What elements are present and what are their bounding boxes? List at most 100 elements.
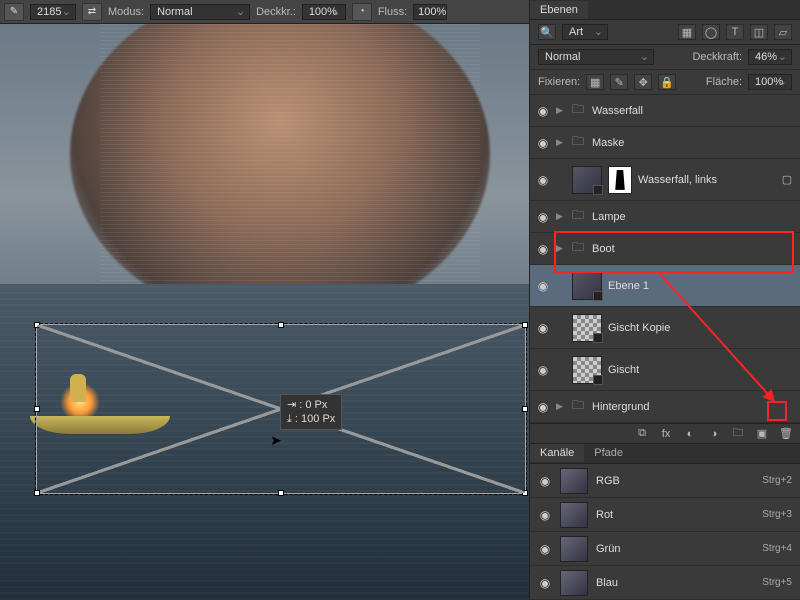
blend-mode-dropdown[interactable]: Normal — [150, 4, 250, 20]
transform-tooltip: ⇥ : 0 Px ⤓ : 100 Px — [280, 394, 342, 430]
filter-smart-icon[interactable]: ▱ — [774, 24, 792, 40]
opacity-field[interactable]: 100% — [302, 4, 346, 20]
lock-fill-row: Fixieren: ▦ ✎ ✥ 🔒 Fläche: 100% — [530, 70, 800, 95]
layer-name: Wasserfall, links — [638, 174, 717, 186]
channel-name: Grün — [596, 543, 620, 555]
eye-icon[interactable]: ◉ — [536, 210, 550, 224]
fill-field[interactable]: 100% — [748, 74, 792, 90]
eye-icon[interactable]: ◉ — [536, 173, 550, 187]
channel-blau[interactable]: ◉ Blau Strg+5 — [530, 566, 800, 600]
cursor-icon: ➤ — [270, 432, 282, 449]
filter-kind-dropdown[interactable]: Art — [562, 24, 608, 40]
channel-shortcut: Strg+2 — [762, 475, 792, 486]
layer-group-hintergrund[interactable]: ◉ ▶ 🗀 Hintergrund — [530, 391, 800, 423]
airbrush-icon[interactable]: ◔ — [352, 3, 372, 21]
right-panels: Ebenen 🔍 Art ▦ ◯ T ◫ ▱ Normal Deckkraft:… — [529, 0, 800, 600]
channel-thumbnail — [560, 468, 588, 494]
channels-list: ◉ RGB Strg+2 ◉ Rot Strg+3 ◉ Grün Strg+4 … — [530, 464, 800, 600]
channel-thumbnail — [560, 536, 588, 562]
filter-shape-icon[interactable]: ◫ — [750, 24, 768, 40]
expand-icon[interactable]: ▶ — [556, 401, 566, 412]
layer-name: Wasserfall — [592, 105, 643, 117]
layer-blend-dropdown[interactable]: Normal — [538, 49, 654, 65]
eye-icon[interactable]: ◉ — [536, 279, 550, 293]
tab-layers[interactable]: Ebenen — [530, 1, 588, 19]
eye-icon[interactable]: ◉ — [536, 321, 550, 335]
layer-thumbnail[interactable] — [572, 166, 602, 194]
tab-channels[interactable]: Kanäle — [530, 444, 584, 462]
adjustment-icon[interactable]: ◑ — [706, 426, 722, 442]
layer-wasserfall-links[interactable]: ◉ Wasserfall, links ▢ — [530, 159, 800, 201]
layer-opacity-field[interactable]: 46% — [748, 49, 792, 65]
channel-rgb[interactable]: ◉ RGB Strg+2 — [530, 464, 800, 498]
eye-icon[interactable]: ◉ — [538, 474, 552, 488]
folder-icon: 🗀 — [572, 206, 586, 227]
expand-icon[interactable]: ▶ — [556, 105, 566, 116]
layer-group-boot[interactable]: ◉ ▶ 🗀 Boot — [530, 233, 800, 265]
expand-icon[interactable]: ▶ — [556, 243, 566, 254]
flow-label: Fluss: — [378, 6, 407, 18]
expand-icon[interactable]: ▶ — [556, 211, 566, 222]
brush-panel-icon[interactable]: ⇄ — [82, 3, 102, 21]
filter-adjust-icon[interactable]: ◯ — [702, 24, 720, 40]
channel-gruen[interactable]: ◉ Grün Strg+4 — [530, 532, 800, 566]
channel-thumbnail — [560, 570, 588, 596]
eye-icon[interactable]: ◉ — [536, 136, 550, 150]
lock-image-icon[interactable]: ✎ — [610, 74, 628, 90]
layer-thumbnail[interactable] — [572, 314, 602, 342]
layer-thumbnail[interactable] — [572, 356, 602, 384]
channels-tabbar: Kanäle Pfade — [530, 444, 800, 464]
lock-all-icon[interactable]: 🔒 — [658, 74, 676, 90]
blend-opacity-row: Normal Deckkraft: 46% — [530, 45, 800, 70]
channel-name: Rot — [596, 509, 613, 521]
tab-paths[interactable]: Pfade — [584, 444, 633, 462]
search-icon[interactable]: 🔍 — [538, 24, 556, 40]
layers-tabbar: Ebenen — [530, 0, 800, 20]
brush-icon[interactable]: ✎ — [4, 3, 24, 21]
lock-transparent-icon[interactable]: ▦ — [586, 74, 604, 90]
layer-name: Maske — [592, 137, 624, 149]
layer-gischt-kopie[interactable]: ◉ Gischt Kopie — [530, 307, 800, 349]
layer-filter-row: 🔍 Art ▦ ◯ T ◫ ▱ — [530, 20, 800, 45]
layer-name: Ebene 1 — [608, 280, 649, 292]
canvas[interactable]: ⇥ : 0 Px ⤓ : 100 Px ➤ — [0, 24, 529, 600]
filter-pixel-icon[interactable]: ▦ — [678, 24, 696, 40]
layer-name: Hintergrund — [592, 401, 649, 413]
flow-field[interactable]: 100% — [413, 4, 447, 20]
layer-group-wasserfall[interactable]: ◉ ▶ 🗀 Wasserfall — [530, 95, 800, 127]
eye-icon[interactable]: ◉ — [536, 400, 550, 414]
eye-icon[interactable]: ◉ — [538, 576, 552, 590]
eye-icon[interactable]: ◉ — [536, 363, 550, 377]
layer-group-maske[interactable]: ◉ ▶ 🗀 Maske — [530, 127, 800, 159]
layer-ebene-1[interactable]: ◉ Ebene 1 — [530, 265, 800, 307]
add-mask-icon[interactable]: ◐ — [682, 426, 698, 442]
smart-filter-icon[interactable]: ▢ — [778, 172, 796, 188]
new-layer-icon[interactable]: ▣ — [754, 426, 770, 442]
layer-group-lampe[interactable]: ◉ ▶ 🗀 Lampe — [530, 201, 800, 233]
delete-layer-icon[interactable]: 🗑 — [778, 426, 794, 442]
eye-icon[interactable]: ◉ — [536, 242, 550, 256]
layer-gischt[interactable]: ◉ Gischt — [530, 349, 800, 391]
layers-footer: ⧉ fx ◐ ◑ 🗀 ▣ 🗑 — [530, 423, 800, 443]
expand-icon[interactable]: ▶ — [556, 137, 566, 148]
link-layers-icon[interactable]: ⧉ — [634, 426, 650, 442]
folder-icon: 🗀 — [572, 396, 586, 417]
mask-thumbnail[interactable] — [608, 166, 632, 194]
layer-thumbnail[interactable] — [572, 272, 602, 300]
layers-list: ◉ ▶ 🗀 Wasserfall ◉ ▶ 🗀 Maske ◉ Wasserfal… — [530, 95, 800, 423]
fx-icon[interactable]: fx — [658, 426, 674, 442]
lock-position-icon[interactable]: ✥ — [634, 74, 652, 90]
channel-shortcut: Strg+3 — [762, 509, 792, 520]
group-icon[interactable]: 🗀 — [730, 426, 746, 442]
filter-text-icon[interactable]: T — [726, 24, 744, 40]
channel-rot[interactable]: ◉ Rot Strg+3 — [530, 498, 800, 532]
brush-size-dropdown[interactable]: 2185 — [30, 4, 76, 20]
eye-icon[interactable]: ◉ — [538, 508, 552, 522]
channel-name: RGB — [596, 475, 620, 487]
fill-label: Fläche: — [706, 76, 742, 88]
layer-name: Boot — [592, 243, 615, 255]
eye-icon[interactable]: ◉ — [536, 104, 550, 118]
mode-label: Modus: — [108, 6, 144, 18]
channel-shortcut: Strg+4 — [762, 543, 792, 554]
eye-icon[interactable]: ◉ — [538, 542, 552, 556]
